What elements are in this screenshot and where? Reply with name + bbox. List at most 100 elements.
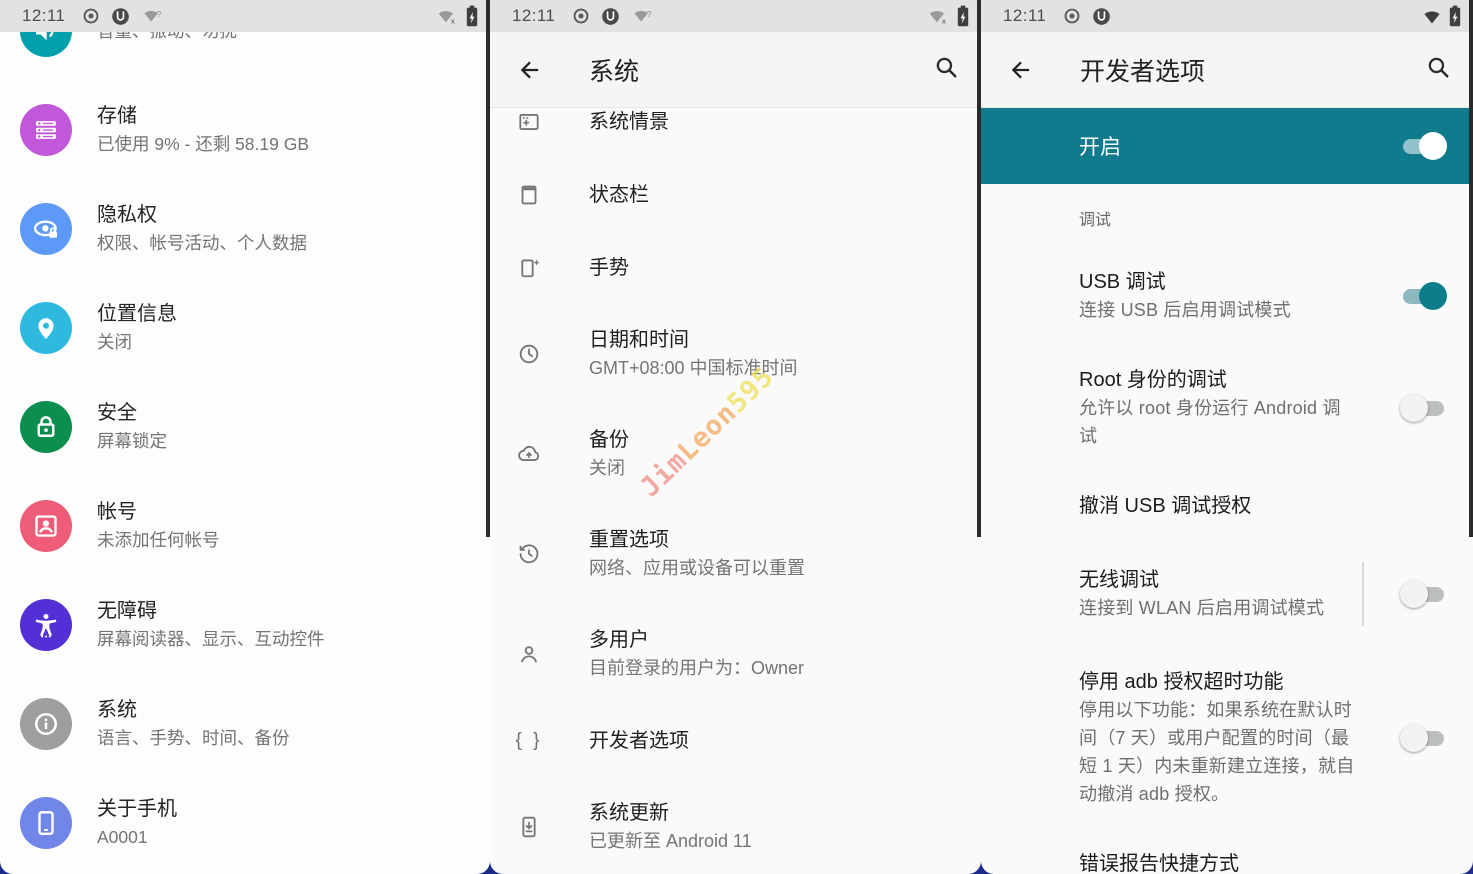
panel-settings-home: 12:11 ? x 音量、振动、勿扰存储已使用 9% - 还剩 58.19 GB…: [0, 0, 490, 874]
item-subtitle: 权限、帐号活动、个人数据: [97, 229, 307, 257]
item-title: 手势: [589, 254, 629, 282]
item-subtitle: 网络、应用或设备可以重置: [589, 554, 805, 582]
page-title: 开发者选项: [1080, 52, 1205, 88]
settings-item-帐号[interactable]: 帐号未添加任何帐号: [0, 476, 490, 575]
gesture-icon: [516, 255, 542, 281]
debug-u-icon: [111, 7, 130, 26]
battery-charging-icon: [1449, 5, 1461, 27]
item-title: 日期和时间: [589, 326, 798, 354]
status-time: 12:11: [1003, 6, 1046, 26]
dev-option-撤消 USB 调试授权[interactable]: 撤消 USB 调试授权: [1079, 492, 1447, 520]
dev-option-Root 身份的调试[interactable]: Root 身份的调试允许以 root 身份运行 Android 调试: [1079, 366, 1447, 450]
wifi-x-icon: x: [435, 7, 459, 25]
item-title: 存储: [97, 102, 309, 130]
reset-icon: [516, 541, 542, 567]
item-title: 系统情景: [589, 108, 669, 136]
item-subtitle: 屏幕阅读器、显示、互动控件: [97, 625, 325, 653]
scene-icon: [516, 109, 542, 135]
svg-text:x: x: [451, 17, 456, 26]
status-time: 12:11: [512, 6, 555, 26]
status-bar: 12:11 ? x: [490, 0, 981, 32]
status-bar: 12:11: [981, 0, 1473, 32]
settings-item-位置信息[interactable]: 位置信息关闭: [0, 278, 490, 377]
collage-divider: [486, 0, 490, 537]
system-item-多用户[interactable]: 多用户目前登录的用户为：Owner: [490, 604, 981, 704]
developer-options-list: 调试 USB 调试连接 USB 后启用调试模式Root 身份的调试允许以 roo…: [981, 184, 1473, 874]
dev-option-停用 adb 授权超时功能[interactable]: 停用 adb 授权超时功能停用以下功能：如果系统在默认时间（7 天）或用户配置的…: [1079, 668, 1447, 808]
settings-list: 音量、振动、勿扰存储已使用 9% - 还剩 58.19 GB隐私权权限、帐号活动…: [0, 32, 490, 874]
toggle-switch-off[interactable]: [1400, 723, 1447, 753]
settings-item-无障碍[interactable]: 无障碍屏幕阅读器、显示、互动控件: [0, 575, 490, 674]
privacy-icon: [20, 203, 72, 255]
about-phone-icon: [20, 797, 72, 849]
wifi-x-icon: x: [926, 7, 950, 25]
item-title: 位置信息: [97, 300, 177, 328]
toggle-switch-off[interactable]: [1400, 393, 1447, 423]
wifi-question-icon: ?: [631, 7, 655, 25]
item-subtitle: A0001: [97, 823, 177, 851]
backup-icon: [516, 441, 542, 467]
developer-options-master-banner: 开启: [981, 108, 1473, 184]
item-subtitle: 停用以下功能：如果系统在默认时间（7 天）或用户配置的时间（最短 1 天）内未重…: [1079, 696, 1356, 808]
location-icon: [20, 302, 72, 354]
user-icon: [516, 641, 542, 667]
app-bar: 系统: [490, 32, 981, 108]
settings-item-关于手机[interactable]: 关于手机A0001: [0, 773, 490, 872]
master-toggle-switch[interactable]: [1400, 131, 1447, 161]
dev-option-USB 调试[interactable]: USB 调试连接 USB 后启用调试模式: [1079, 268, 1447, 324]
settings-item-系统[interactable]: 系统语言、手势、时间、备份: [0, 674, 490, 773]
svg-text:?: ?: [157, 10, 162, 19]
item-subtitle: 未添加任何帐号: [97, 526, 220, 554]
storage-icon: [20, 104, 72, 156]
item-title: 多用户: [589, 626, 804, 654]
collage-divider: [977, 0, 981, 537]
app-bar: 开发者选项: [981, 32, 1473, 108]
system-item-开发者选项[interactable]: { }开发者选项: [490, 704, 981, 777]
status-time: 12:11: [22, 6, 65, 26]
system-item-手势[interactable]: 手势: [490, 231, 981, 304]
security-icon: [20, 401, 72, 453]
item-title: 无线调试: [1079, 566, 1356, 594]
debug-u-icon: [601, 7, 620, 26]
toggle-switch-off[interactable]: [1400, 579, 1447, 609]
battery-charging-icon: [957, 5, 969, 27]
item-title: USB 调试: [1079, 268, 1356, 296]
settings-screens-collage: 12:11 ? x 音量、振动、勿扰存储已使用 9% - 还剩 58.19 GB…: [0, 0, 1473, 874]
dev-option-错误报告快捷方式[interactable]: 错误报告快捷方式: [1079, 850, 1447, 874]
item-title: 系统: [97, 696, 290, 724]
item-title: 重置选项: [589, 526, 805, 554]
system-settings-list: 系统情景状态栏手势日期和时间GMT+08:00 中国标准时间备份关闭重置选项网络…: [490, 108, 981, 874]
master-toggle-label: 开启: [1079, 131, 1400, 161]
toggle-divider: [1362, 562, 1364, 626]
back-arrow-icon[interactable]: [981, 57, 1059, 83]
system-item-重置选项[interactable]: 重置选项网络、应用或设备可以重置: [490, 504, 981, 604]
search-icon: [1426, 55, 1451, 85]
record-icon: [82, 7, 100, 25]
item-subtitle: 连接到 WLAN 后启用调试模式: [1079, 594, 1356, 622]
item-title: 状态栏: [589, 181, 649, 209]
panel-developer-options: 12:11 开发者选项 开启 调试 USB 调试连接 USB 后启用调试模式Ro…: [981, 0, 1473, 874]
system-item-系统更新[interactable]: 系统更新已更新至 Android 11: [490, 777, 981, 874]
item-title: Root 身份的调试: [1079, 366, 1356, 394]
system-item-状态栏[interactable]: 状态栏: [490, 158, 981, 231]
record-icon: [572, 7, 590, 25]
braces-icon: { }: [516, 728, 542, 754]
item-title: 撤消 USB 调试授权: [1079, 492, 1356, 520]
toggle-switch-on[interactable]: [1400, 281, 1447, 311]
collage-divider: [1469, 0, 1473, 537]
search-button[interactable]: [1426, 55, 1451, 85]
system-info-icon: [20, 698, 72, 750]
battery-charging-icon: [466, 5, 478, 27]
svg-text:x: x: [942, 17, 947, 26]
search-button[interactable]: [934, 55, 959, 85]
item-subtitle: 已使用 9% - 还剩 58.19 GB: [97, 130, 309, 158]
settings-item-安全[interactable]: 安全屏幕锁定: [0, 377, 490, 476]
item-title: 安全: [97, 399, 167, 427]
status-bar: 12:11 ? x: [0, 0, 490, 32]
dev-option-无线调试[interactable]: 无线调试连接到 WLAN 后启用调试模式: [1079, 562, 1447, 626]
settings-item-存储[interactable]: 存储已使用 9% - 还剩 58.19 GB: [0, 80, 490, 179]
item-title: 备份: [589, 426, 629, 454]
back-arrow-icon[interactable]: [490, 57, 568, 83]
accessibility-icon: [20, 599, 72, 651]
settings-item-隐私权[interactable]: 隐私权权限、帐号活动、个人数据: [0, 179, 490, 278]
